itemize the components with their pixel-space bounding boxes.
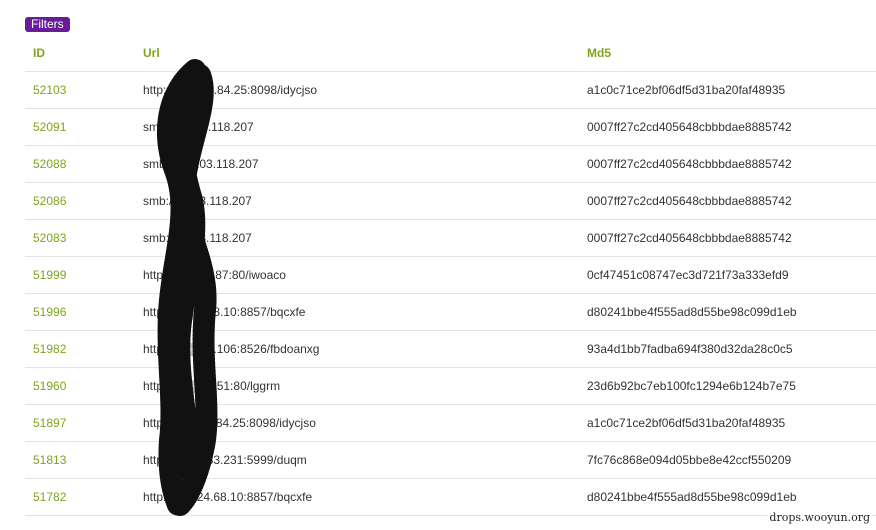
row-id-link[interactable]: 52088 [33,157,66,171]
page: Filters ID Url Md5 52103 http://▒▒▒▒1.84.… [0,0,876,530]
row-id-link[interactable]: 52103 [33,83,66,97]
row-md5-cell: 0cf47451c08747ec3d721f73a333efd9 [587,256,876,294]
row-url-cell: http://▒▒9.183.231:5999/duqm [143,441,587,479]
row-id-link[interactable]: 51782 [33,490,66,504]
row-id-link[interactable]: 52083 [33,231,66,245]
row-url-cell: http://▒▒▒36.87:80/iwoaco [143,256,587,294]
row-url-cell: smb://▒▒▒3.118.207 [143,108,587,146]
table-row[interactable]: 52088 smb://▒▒103.118.207 0007ff27c2cd4056… [25,145,876,183]
row-id-cell: 52103 [25,71,143,109]
column-header-url[interactable]: Url [143,35,587,72]
row-id-cell: 52086 [25,182,143,220]
row-url-cell: smb://▒▒03.118.207 [143,182,587,220]
table-header-row: ID Url Md5 [25,35,876,72]
table-row[interactable]: 52091 smb://▒▒▒3.118.207 0007ff27c2cd40564… [25,108,876,146]
table-row[interactable]: 51999 http://▒▒▒36.87:80/iwoaco 0cf47451c0… [25,256,876,294]
row-url-cell: http://▒▒▒▒1.84.25:8098/idycjso [143,71,587,109]
row-url-cell: http://22.▒▒68.10:8857/bqcxfe [143,293,587,331]
row-id-cell: 52088 [25,145,143,183]
row-url-cell: http://33.▒▒0.106:8526/fbdoanxg [143,330,587,368]
row-id-cell: 51960 [25,367,143,405]
row-id-link[interactable]: 51813 [33,453,66,467]
table-row[interactable]: 52083 smb://▒▒03.118.207 0007ff27c2cd40564… [25,219,876,257]
row-md5-cell: 0007ff27c2cd405648cbbbdae8885742 [587,219,876,257]
row-md5-cell: a1c0c71ce2bf06df5d31ba20faf48935 [587,404,876,442]
row-url-cell: http://17.▒▒9.51:80/lggrm [143,367,587,405]
row-url-cell: smb://▒▒103.118.207 [143,145,587,183]
table-row[interactable]: 52086 smb://▒▒03.118.207 0007ff27c2cd40564… [25,182,876,220]
watermark: drops.wooyun.org [767,511,872,524]
row-id-link[interactable]: 52086 [33,194,66,208]
samples-table: ID Url Md5 52103 http://▒▒▒▒1.84.25:8098/… [25,35,876,516]
column-header-md5[interactable]: Md5 [587,35,876,72]
row-url-cell: http://▒▒224.68.10:8857/bqcxfe [143,478,587,516]
row-id-cell: 52083 [25,219,143,257]
row-md5-cell: a1c0c71ce2bf06df5d31ba20faf48935 [587,71,876,109]
row-url-cell: smb://▒▒03.118.207 [143,219,587,257]
column-header-id[interactable]: ID [25,35,143,72]
row-id-cell: 51999 [25,256,143,294]
row-md5-cell: 93a4d1bb7fadba694f380d32da28c0c5 [587,330,876,368]
row-id-link[interactable]: 51996 [33,305,66,319]
row-url-cell: http://11.▒▒1.84.25:8098/idycjso [143,404,587,442]
table-row[interactable]: 51813 http://▒▒9.183.231:5999/duqm 7fc76c8… [25,441,876,479]
row-id-cell: 51982 [25,330,143,368]
row-id-link[interactable]: 51960 [33,379,66,393]
table-row[interactable]: 51996 http://22.▒▒68.10:8857/bqcxfe d80241… [25,293,876,331]
row-id-link[interactable]: 51999 [33,268,66,282]
row-md5-cell: 0007ff27c2cd405648cbbbdae8885742 [587,108,876,146]
row-md5-cell: 0007ff27c2cd405648cbbbdae8885742 [587,145,876,183]
row-md5-cell: 0007ff27c2cd405648cbbbdae8885742 [587,182,876,220]
table-row[interactable]: 51897 http://11.▒▒1.84.25:8098/idycjso a1c… [25,404,876,442]
table-body: 52103 http://▒▒▒▒1.84.25:8098/idycjso a1c0… [25,71,876,516]
table-row[interactable]: 52103 http://▒▒▒▒1.84.25:8098/idycjso a1c0… [25,71,876,109]
row-md5-cell: 7fc76c868e094d05bbe8e42ccf550209 [587,441,876,479]
table-row[interactable]: 51982 http://33.▒▒0.106:8526/fbdoanxg 93a4… [25,330,876,368]
filters-button[interactable]: Filters [25,17,70,32]
row-id-link[interactable]: 51897 [33,416,66,430]
row-id-cell: 51782 [25,478,143,516]
row-id-cell: 51996 [25,293,143,331]
row-md5-cell: d80241bbe4f555ad8d55be98c099d1eb [587,293,876,331]
row-id-cell: 51813 [25,441,143,479]
row-id-cell: 51897 [25,404,143,442]
table-row[interactable]: 51960 http://17.▒▒9.51:80/lggrm 23d6b92bc7… [25,367,876,405]
row-id-link[interactable]: 52091 [33,120,66,134]
table-row[interactable]: 51782 http://▒▒224.68.10:8857/bqcxfe d8024… [25,478,876,516]
row-md5-cell: d80241bbe4f555ad8d55be98c099d1eb [587,478,876,516]
row-md5-cell: 23d6b92bc7eb100fc1294e6b124b7e75 [587,367,876,405]
row-id-cell: 52091 [25,108,143,146]
row-id-link[interactable]: 51982 [33,342,66,356]
